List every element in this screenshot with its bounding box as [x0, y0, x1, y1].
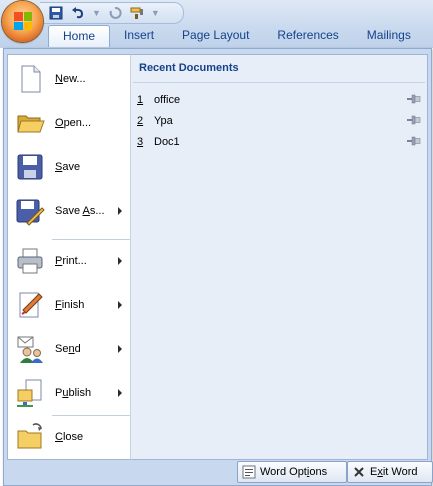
menu-item-label: Publish	[55, 387, 92, 399]
menu-divider	[52, 239, 130, 240]
recent-item-name: Ypa	[154, 115, 173, 127]
menu-item-send[interactable]: Send	[8, 329, 130, 369]
quick-access-toolbar: ▼ ▼	[40, 2, 184, 24]
menu-item-label: Close	[55, 431, 84, 443]
ribbon-tabs: Home Insert Page Layout References Maili…	[48, 25, 425, 48]
printer-icon	[15, 246, 45, 276]
exit-word-button[interactable]: Exit Word	[347, 461, 433, 483]
recent-documents-title: Recent Documents	[139, 62, 239, 74]
office-button[interactable]	[2, 1, 43, 42]
tab-insert[interactable]: Insert	[110, 25, 168, 46]
submenu-arrow-icon	[118, 301, 122, 309]
recent-document-item[interactable]: 1 office	[137, 91, 421, 109]
menu-item-label: Save As...	[55, 205, 105, 217]
exit-word-label: Exit Word	[370, 466, 418, 478]
save-as-icon	[15, 196, 45, 226]
new-document-icon	[15, 64, 45, 94]
finish-pen-icon	[15, 290, 45, 320]
tab-home[interactable]: Home	[48, 25, 111, 47]
recent-item-number: 1	[137, 94, 144, 106]
publish-icon	[15, 378, 45, 408]
menu-divider	[52, 415, 130, 416]
menu-item-label: Save	[55, 161, 81, 173]
tab-references[interactable]: References	[263, 25, 352, 46]
office-logo-icon	[14, 12, 32, 30]
options-icon	[242, 465, 256, 479]
format-painter-icon[interactable]	[129, 5, 145, 21]
pin-icon[interactable]	[407, 94, 421, 104]
recent-item-name: office	[154, 94, 181, 106]
menu-item-save-as[interactable]: Save As...	[8, 191, 130, 231]
menu-item-save[interactable]: Save	[8, 147, 130, 187]
menu-item-label: Send	[55, 343, 81, 355]
exit-x-icon	[352, 465, 366, 479]
menu-item-label: New...	[55, 73, 86, 85]
office-menu: New... Open... Save Save As... Print... …	[3, 48, 433, 486]
save-icon[interactable]	[48, 5, 64, 21]
menu-footer: Word Options Exit Word	[7, 458, 433, 483]
submenu-arrow-icon	[118, 207, 122, 215]
submenu-arrow-icon	[118, 257, 122, 265]
menu-item-publish[interactable]: Publish	[8, 373, 130, 413]
word-options-button[interactable]: Word Options	[237, 461, 347, 483]
send-people-icon	[15, 334, 45, 364]
tab-mailings[interactable]: Mailings	[353, 25, 425, 46]
recent-document-item[interactable]: 3 Doc1	[137, 133, 421, 151]
recent-item-name: Doc1	[154, 136, 180, 148]
undo-icon[interactable]	[70, 5, 86, 21]
word-options-label: Word Options	[260, 466, 328, 478]
undo-dropdown-icon[interactable]: ▼	[92, 8, 101, 18]
save-disk-icon	[15, 152, 45, 182]
menu-item-open[interactable]: Open...	[8, 103, 130, 143]
submenu-arrow-icon	[118, 389, 122, 397]
pin-icon[interactable]	[407, 136, 421, 146]
recent-item-number: 2	[137, 115, 144, 127]
redo-icon[interactable]	[107, 5, 123, 21]
menu-item-label: Print...	[55, 255, 87, 267]
menu-item-close[interactable]: Close	[8, 417, 130, 457]
open-folder-icon	[15, 108, 45, 138]
tab-page-layout[interactable]: Page Layout	[168, 25, 263, 46]
menu-item-label: Open...	[55, 117, 92, 129]
menu-item-new[interactable]: New...	[8, 59, 130, 99]
recent-document-item[interactable]: 2 Ypa	[137, 112, 421, 130]
menu-item-label: Finish	[55, 299, 85, 311]
recent-item-number: 3	[137, 136, 144, 148]
title-bar: ▼ ▼ Home Insert Page Layout References M…	[0, 0, 433, 48]
recent-divider	[133, 82, 425, 83]
menu-item-finish[interactable]: Finish	[8, 285, 130, 325]
menu-item-print[interactable]: Print...	[8, 241, 130, 281]
submenu-arrow-icon	[118, 345, 122, 353]
pin-icon[interactable]	[407, 115, 421, 125]
menu-commands: New... Open... Save Save As... Print... …	[7, 54, 131, 460]
recent-documents-panel: Recent Documents 1 office 2 Ypa 3 Doc1	[130, 54, 428, 460]
customize-dropdown-icon[interactable]: ▼	[151, 8, 160, 18]
close-folder-icon	[15, 422, 45, 452]
